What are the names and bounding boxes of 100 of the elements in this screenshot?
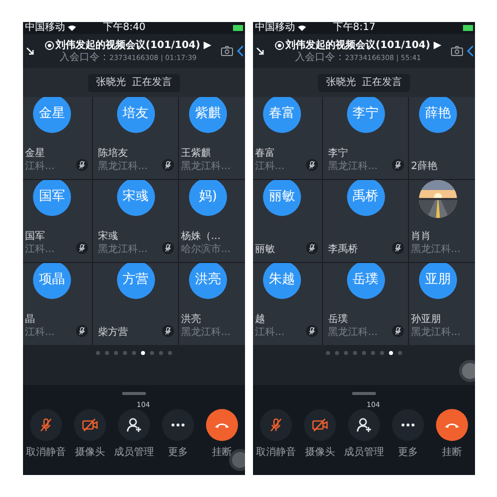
participant-org: 黑龙江科... (181, 326, 231, 339)
participant-tile[interactable]: 肖肖 黑龙江科... (409, 180, 475, 262)
participant-name: 岳璞 (328, 313, 348, 326)
muted-mic-icon (306, 159, 318, 171)
avatar: 岳璞 (346, 263, 384, 299)
participant-org: 江科... (25, 160, 55, 173)
meeting-title[interactable]: 刘伟发起的视频会议(101/104) ▶ (286, 38, 442, 52)
participant-name: 柴方营 (98, 326, 128, 339)
participant-tile[interactable]: 宋彧 宋彧 黑龙江科... (93, 180, 178, 262)
muted-mic-icon (392, 159, 404, 171)
speaker-status: 正在发言 (362, 76, 402, 90)
camera-off-icon (82, 418, 98, 432)
participant-name: 杨姝（... (181, 230, 221, 243)
avatar: 国军 (33, 180, 71, 216)
participant-tile[interactable]: 方营 柴方营 (93, 263, 178, 345)
wifi-icon (68, 25, 76, 31)
hang-up-button[interactable] (436, 409, 468, 441)
share-icon[interactable] (237, 45, 243, 57)
participant-org: 江科... (25, 243, 55, 256)
toolbar-label: 成员管理 (344, 447, 384, 459)
shield-icon (44, 40, 54, 50)
participant-tile[interactable]: 李宁 李宁 黑龙江科... (323, 97, 408, 179)
participant-tile[interactable]: 洪亮 洪亮 黑龙江科... (179, 263, 245, 345)
toolbar-button[interactable] (162, 409, 194, 441)
muted-mic-icon (38, 417, 54, 433)
meeting-title[interactable]: 刘伟发起的视频会议(101/104) ▶ (56, 38, 212, 52)
participant-tile[interactable]: 项晶 晶 江科... (23, 263, 92, 345)
avatar: 项晶 (33, 263, 71, 299)
avatar: 妈) (189, 180, 227, 216)
wifi-icon (298, 25, 306, 31)
participant-name: 孙亚朋 (411, 313, 441, 326)
avatar: 洪亮 (189, 263, 227, 299)
speaker-name: 张晓光 (326, 76, 356, 90)
participant-name: 王紫麒 (181, 147, 211, 160)
hang-up-button[interactable] (206, 409, 238, 441)
participant-tile[interactable]: 妈) 杨姝（... 哈尔滨市... (179, 180, 245, 262)
more-icon (401, 423, 415, 427)
participant-org: 江科... (255, 160, 285, 173)
muted-mic-icon (392, 325, 404, 337)
more-icon (171, 423, 185, 427)
participant-name: 越 (255, 313, 265, 326)
participant-tile[interactable]: 紫麒 王紫麒 黑龙江科... (179, 97, 245, 179)
hang-up-icon (214, 421, 230, 429)
toolbar-button[interactable] (392, 409, 424, 441)
participant-name: 2薛艳 (411, 160, 438, 173)
participant-org: 江科... (255, 326, 285, 339)
participant-tile[interactable]: 国军 国军 江科... (23, 180, 92, 262)
participant-tile[interactable]: 岳璞 岳璞 黑龙江科... (323, 263, 408, 345)
camera-switch-icon[interactable] (221, 46, 233, 56)
muted-mic-icon (306, 242, 318, 254)
participant-tile[interactable]: 丽敏 丽敏 (253, 180, 322, 262)
share-icon[interactable] (467, 45, 473, 57)
muted-mic-icon (392, 242, 404, 254)
toolbar-button[interactable] (118, 409, 150, 441)
drag-handle[interactable] (352, 392, 376, 395)
participant-org: 江科... (25, 326, 55, 339)
participant-name: 晶 (25, 313, 35, 326)
avatar: 禹桥 (346, 180, 384, 216)
participant-tile[interactable]: 金星 金星 江科... (23, 97, 92, 179)
toolbar-label: 更多 (398, 447, 418, 459)
muted-mic-icon (76, 159, 88, 171)
hang-up-icon (444, 421, 460, 429)
avatar: 朱越 (263, 263, 301, 299)
participant-name: 肖肖 (411, 230, 431, 243)
toolbar-label: 取消静音 (256, 447, 296, 459)
avatar: 薛艳 (419, 97, 457, 133)
participant-tile[interactable]: 朱越 越 江科... (253, 263, 322, 345)
participant-name: 陈培友 (98, 147, 128, 160)
participant-tile[interactable]: 春富 春富 江科... (253, 97, 322, 179)
clock: 下午8:17 (333, 22, 376, 34)
avatar: 培友 (116, 97, 154, 133)
avatar: 春富 (263, 97, 301, 133)
speaker-status: 正在发言 (132, 76, 172, 90)
participant-tile[interactable]: 亚朋 孙亚朋 黑龙江科... (409, 263, 475, 345)
avatar: 宋彧 (116, 180, 154, 216)
camera-switch-icon[interactable] (451, 46, 463, 56)
participant-org: 黑龙江科... (98, 243, 148, 256)
shrink-icon[interactable] (25, 46, 35, 56)
participant-name: 李宁 (328, 147, 348, 160)
avatar: 金星 (33, 97, 71, 133)
muted-mic-icon (162, 242, 174, 254)
participant-tile[interactable]: 禹桥 李禹桥 (323, 180, 408, 262)
avatar: 方营 (116, 263, 154, 299)
participant-org: 黑龙江科... (328, 326, 378, 339)
toolbar-label: 更多 (168, 447, 188, 459)
camera-off-icon (312, 418, 328, 432)
participant-org: 黑龙江科... (98, 160, 148, 173)
muted-mic-icon (162, 159, 174, 171)
participant-tile[interactable]: 培友 陈培友 黑龙江科... (93, 97, 178, 179)
carrier-label: 中国移动 (255, 22, 295, 34)
participant-name: 丽敏 (255, 243, 275, 256)
clock: 下午8:40 (103, 22, 146, 34)
participant-name: 宋彧 (98, 230, 118, 243)
shrink-icon[interactable] (255, 46, 265, 56)
drag-handle[interactable] (122, 392, 146, 395)
battery-icon (233, 25, 243, 31)
toolbar-label: 摄像头 (75, 447, 105, 459)
toolbar-button[interactable] (348, 409, 380, 441)
participant-tile[interactable]: 薛艳 2薛艳 (409, 97, 475, 179)
toolbar-label: 成员管理 (114, 447, 154, 459)
